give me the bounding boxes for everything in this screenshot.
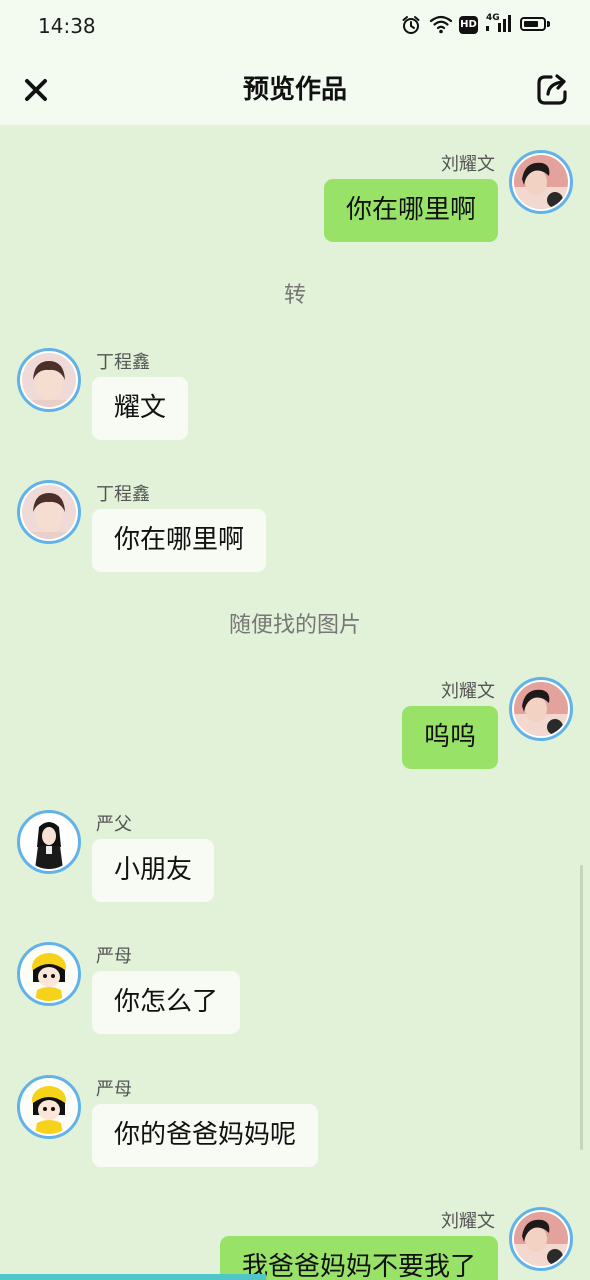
message-row: 刘耀文 我爸爸妈妈不要我了 (0, 1207, 590, 1280)
share-icon[interactable] (535, 71, 571, 107)
message-row: 刘耀文 呜呜 (0, 677, 590, 777)
message-row: 刘耀文 你在哪里啊 (0, 150, 590, 250)
sender-name: 严母 (96, 946, 132, 967)
sender-name: 刘耀文 (441, 1211, 495, 1232)
battery-level-fill (524, 21, 539, 27)
signal-icon (486, 15, 511, 32)
message-row: 丁程鑫 耀文 (0, 348, 590, 448)
message-bubble: 你在哪里啊 (92, 509, 267, 572)
hd-icon: HD (459, 16, 478, 34)
message-bubble: 小朋友 (92, 839, 215, 902)
message-bubble: 耀文 (92, 377, 189, 440)
status-bar: 14:38 HD 4G (0, 0, 590, 55)
battery-cap (547, 21, 550, 27)
status-time: 14:38 (38, 14, 96, 38)
message-bubble: 呜呜 (401, 706, 498, 769)
avatar (509, 150, 573, 214)
avatar (17, 942, 81, 1006)
wifi-icon (429, 15, 453, 34)
sender-name: 丁程鑫 (96, 352, 150, 373)
avatar (509, 1207, 573, 1271)
avatar (509, 677, 573, 741)
close-icon[interactable] (22, 76, 50, 104)
avatar (17, 480, 81, 544)
bottom-progress-bar (0, 1274, 266, 1280)
avatar (17, 810, 81, 874)
alarm-icon (402, 16, 420, 34)
message-row: 严母 你的爸爸妈妈呢 (0, 1075, 590, 1175)
chat-area: 刘耀文 你在哪里啊 转 丁程鑫 耀文 丁程鑫 你在哪里啊 随便找的图片 刘耀文 … (0, 125, 590, 1280)
avatar (17, 1075, 81, 1139)
page-title: 预览作品 (242, 75, 347, 105)
message-bubble: 你在哪里啊 (323, 179, 498, 242)
message-bubble: 你怎么了 (92, 971, 241, 1034)
sender-name: 严母 (96, 1079, 132, 1100)
sender-name: 刘耀文 (441, 681, 495, 702)
scrollbar-thumb[interactable] (580, 865, 583, 1150)
battery-icon (520, 17, 546, 31)
system-text: 随便找的图片 (228, 613, 361, 638)
message-row: 严母 你怎么了 (0, 942, 590, 1042)
header-bar: 预览作品 (0, 55, 590, 125)
sender-name: 丁程鑫 (96, 484, 150, 505)
sender-name: 严父 (96, 814, 132, 835)
avatar (17, 348, 81, 412)
message-row: 丁程鑫 你在哪里啊 (0, 480, 590, 580)
message-bubble: 你的爸爸妈妈呢 (92, 1104, 319, 1167)
sender-name: 刘耀文 (441, 154, 495, 175)
system-text: 转 (283, 283, 306, 308)
message-row: 严父 小朋友 (0, 810, 590, 910)
